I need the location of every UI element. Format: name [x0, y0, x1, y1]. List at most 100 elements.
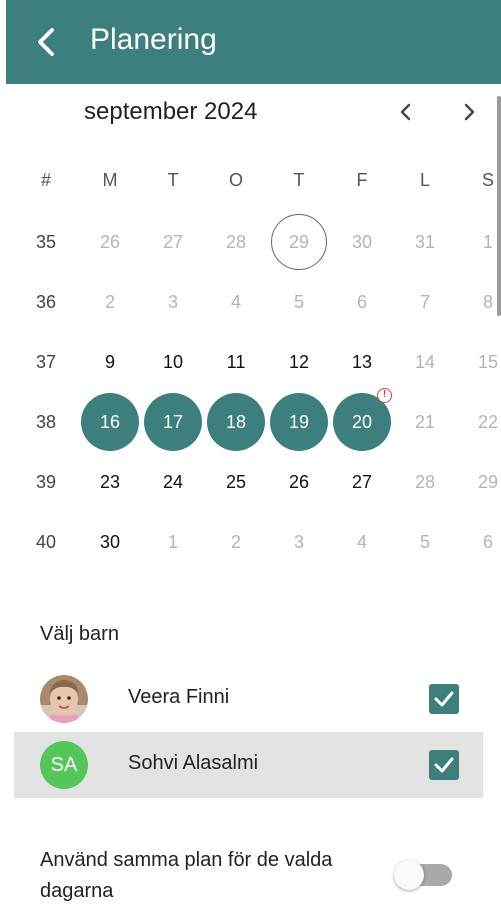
- calendar-day[interactable]: 16: [80, 392, 140, 452]
- calendar-week-row: 37 9 10 11 12 13 14 15: [0, 332, 501, 392]
- day-number: 17: [162, 411, 184, 432]
- weekday-label: M: [102, 169, 118, 190]
- same-plan-toggle[interactable]: [394, 860, 452, 890]
- calendar-week-row: 35 26 27 28 29 30 31 1: [0, 212, 501, 272]
- day-number: 26: [99, 231, 121, 252]
- calendar-day[interactable]: 30: [332, 212, 392, 272]
- calendar-day[interactable]: 9: [80, 332, 140, 392]
- calendar-day[interactable]: 5: [269, 272, 329, 332]
- child-checkbox[interactable]: [429, 750, 459, 780]
- same-plan-label: Använd samma plan för de valda dagarna: [40, 849, 333, 902]
- day-number: 28: [225, 231, 247, 252]
- week-number: 37: [35, 351, 57, 372]
- child-avatar-initials: SA: [40, 741, 88, 789]
- calendar-day[interactable]: 30: [80, 512, 140, 572]
- next-month-button[interactable]: [451, 94, 487, 130]
- week-number: 39: [35, 471, 57, 492]
- calendar-day[interactable]: 18: [206, 392, 266, 452]
- day-number: 8: [482, 291, 493, 312]
- day-number: 10: [162, 351, 184, 372]
- calendar-day[interactable]: 1: [143, 512, 203, 572]
- week-number: 40: [35, 531, 57, 552]
- calendar-day[interactable]: 25: [206, 452, 266, 512]
- calendar-day[interactable]: 14: [395, 332, 455, 392]
- month-label: september 2024: [84, 98, 258, 125]
- calendar-day[interactable]: 22: [458, 392, 501, 452]
- weekday-label: O: [228, 169, 243, 190]
- child-checkbox[interactable]: [429, 684, 459, 714]
- calendar-day[interactable]: 7: [395, 272, 455, 332]
- calendar-day[interactable]: 3: [269, 512, 329, 572]
- day-number: 26: [288, 471, 310, 492]
- day-number: 23: [99, 471, 121, 492]
- calendar-day[interactable]: 23: [80, 452, 140, 512]
- calendar-day[interactable]: 29: [458, 452, 501, 512]
- calendar-day[interactable]: 3: [143, 272, 203, 332]
- calendar-day[interactable]: 26: [269, 452, 329, 512]
- calendar-day[interactable]: 4: [332, 512, 392, 572]
- day-number: 2: [104, 291, 115, 312]
- calendar-day[interactable]: 26: [80, 212, 140, 272]
- calendar-day[interactable]: 6: [458, 512, 501, 572]
- checkmark-icon: [434, 757, 454, 773]
- checkmark-icon: [434, 691, 454, 707]
- calendar-day[interactable]: 27: [143, 212, 203, 272]
- day-number: 3: [293, 531, 304, 552]
- child-name: Sohvi Alasalmi: [128, 752, 259, 774]
- calendar-day[interactable]: 27: [332, 452, 392, 512]
- week-number: 35: [35, 231, 57, 252]
- child-row[interactable]: Veera Finni: [14, 666, 483, 732]
- day-number: 22: [477, 411, 499, 432]
- day-number: 29: [477, 471, 499, 492]
- calendar-day[interactable]: 20!: [332, 388, 392, 452]
- day-highlight: [459, 513, 501, 571]
- calendar-day[interactable]: 1: [458, 212, 501, 272]
- day-number: 1: [167, 531, 178, 552]
- calendar-week-row: 39 23 24 25 26 27 28 29: [0, 452, 501, 512]
- calendar-day[interactable]: 8: [458, 272, 501, 332]
- calendar-day[interactable]: 6: [332, 272, 392, 332]
- calendar-day[interactable]: 4: [206, 272, 266, 332]
- calendar-day[interactable]: 10: [143, 332, 203, 392]
- previous-month-button[interactable]: [388, 94, 424, 130]
- back-button[interactable]: [28, 20, 68, 64]
- calendar-day[interactable]: 28: [206, 212, 266, 272]
- day-number: 11: [226, 351, 246, 372]
- calendar-day[interactable]: 2: [206, 512, 266, 572]
- day-number: 6: [356, 291, 367, 312]
- child-row[interactable]: SA Sohvi Alasalmi: [14, 732, 483, 798]
- calendar-day[interactable]: 11: [206, 332, 266, 392]
- day-number: 30: [351, 231, 373, 252]
- chevron-right-icon: [464, 103, 475, 121]
- day-number: 30: [99, 531, 121, 552]
- calendar-day[interactable]: 12: [269, 332, 329, 392]
- calendar-week-row: 36 2 3 4 5 6 7 8: [0, 272, 501, 332]
- weekday-label: T: [293, 169, 305, 190]
- calendar-day[interactable]: 28: [395, 452, 455, 512]
- day-number: 15: [477, 351, 499, 372]
- calendar-day[interactable]: 24: [143, 452, 203, 512]
- calendar-day[interactable]: 15: [458, 332, 501, 392]
- calendar-day[interactable]: 17: [143, 392, 203, 452]
- calendar-day[interactable]: 5: [395, 512, 455, 572]
- calendar-day[interactable]: 21: [395, 392, 455, 452]
- calendar-day[interactable]: 19: [269, 392, 329, 452]
- day-number: 20: [351, 411, 373, 432]
- day-number: 4: [230, 291, 241, 312]
- day-number: 28: [414, 471, 436, 492]
- calendar-day[interactable]: 2: [80, 272, 140, 332]
- calendar-day[interactable]: 31: [395, 212, 455, 272]
- day-number: 2: [230, 531, 241, 552]
- day-number: 6: [482, 531, 493, 552]
- day-highlight: [459, 213, 501, 271]
- day-number: 25: [225, 471, 247, 492]
- calendar-day[interactable]: 13: [332, 332, 392, 392]
- weekday-label: L: [419, 169, 430, 190]
- weekday-label: S: [481, 169, 494, 190]
- top-app-bar: Planering: [6, 0, 501, 84]
- day-number: 13: [351, 351, 373, 372]
- child-avatar-photo: [40, 675, 88, 723]
- day-number: 31: [414, 231, 436, 252]
- calendar-day[interactable]: 29: [269, 212, 329, 272]
- chevron-left-icon: [400, 103, 411, 121]
